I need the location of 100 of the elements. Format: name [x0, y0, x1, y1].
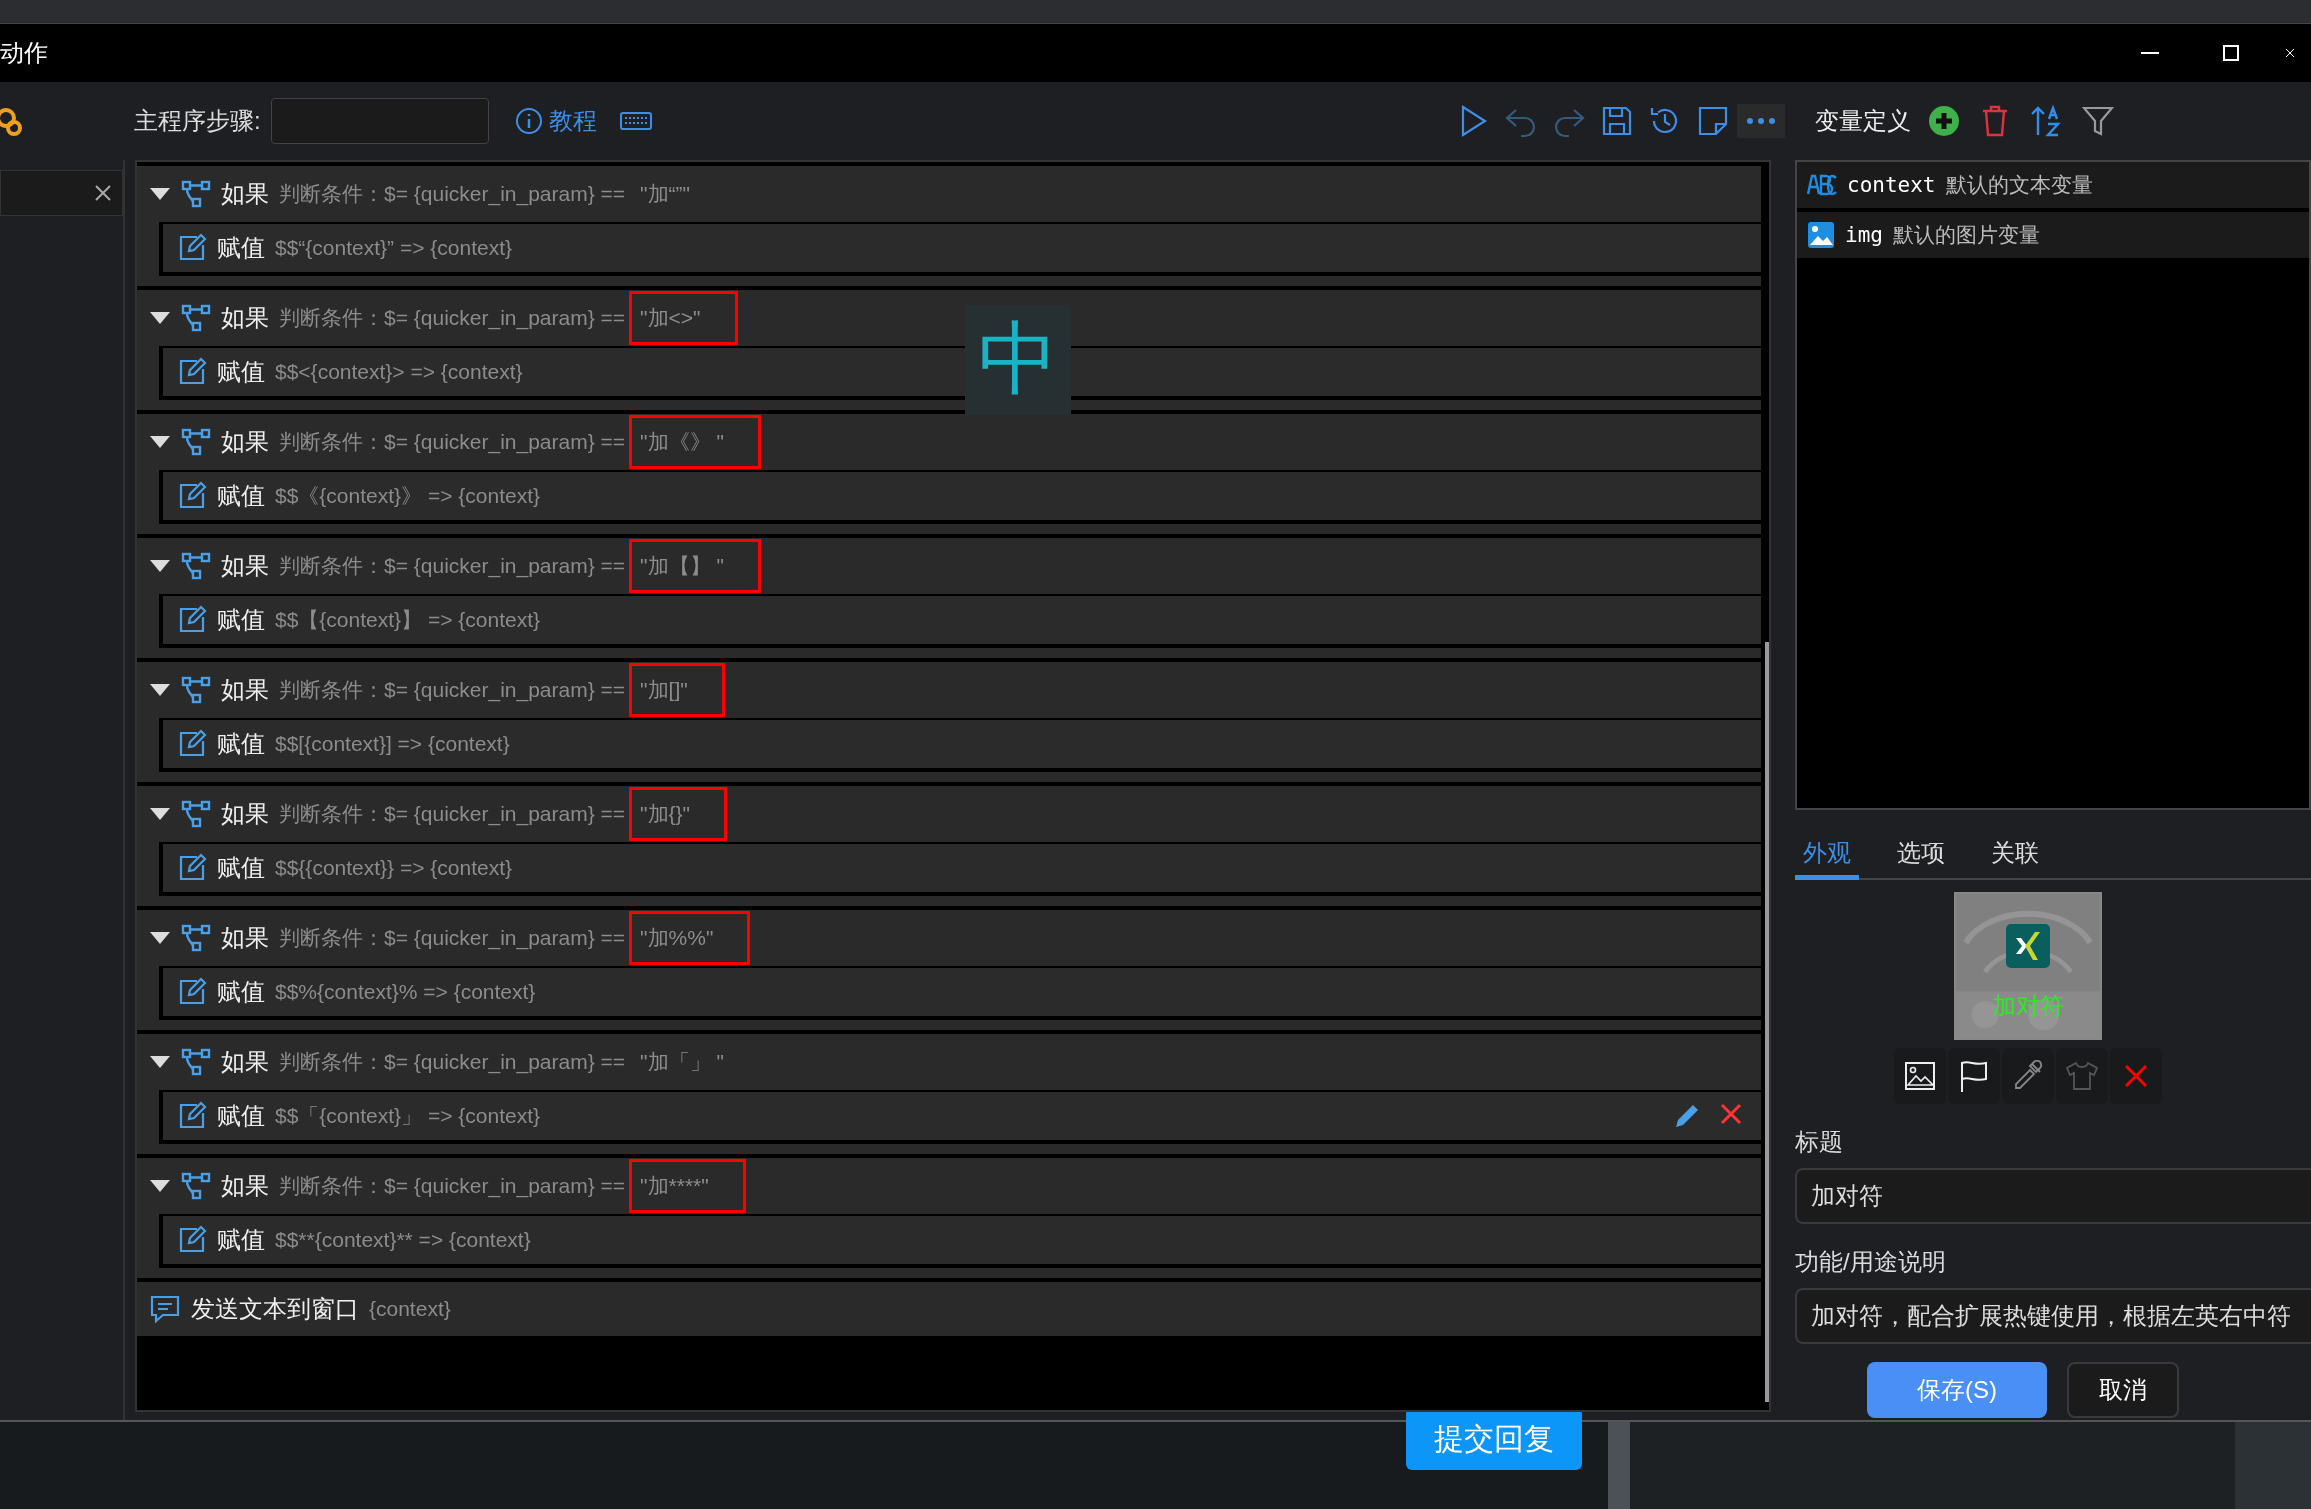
collapse-caret-icon[interactable] [149, 187, 171, 201]
step-label: 如果 [221, 1047, 269, 1077]
condition-value: "加「」 " [639, 1049, 725, 1075]
branch-icon [181, 303, 211, 333]
tab[interactable]: 关联 [1983, 837, 2047, 880]
collapse-caret-icon[interactable] [149, 683, 171, 697]
tutorial-link[interactable]: 教程 [514, 105, 597, 137]
edit-icon [177, 481, 207, 511]
variable-row[interactable]: context 默认的文本变量 [1797, 162, 2309, 208]
more-icon [1746, 117, 1776, 125]
branch-icon [181, 179, 211, 209]
shirt-icon [2065, 1061, 2099, 1091]
message-icon [149, 1293, 181, 1325]
edit-icon [177, 853, 207, 883]
assign-text: $$【{context}】 => {context} [275, 607, 541, 633]
condition-text: 判断条件：$= {quicker_in_param} == [279, 1173, 626, 1200]
collapse-caret-icon[interactable] [149, 807, 171, 821]
branch-icon [181, 923, 211, 953]
step-label: 赋值 [217, 853, 265, 883]
step-label: 发送文本到窗口 [191, 1294, 359, 1324]
field-label: 标题 [1795, 1127, 1844, 1157]
variable-name: img [1845, 223, 1883, 247]
edit-icon [177, 977, 207, 1007]
collapse-caret-icon[interactable] [149, 1055, 171, 1069]
cancel-button[interactable]: 取消 [2067, 1362, 2179, 1418]
field-label: 功能/用途说明 [1795, 1247, 1947, 1277]
delete-button[interactable] [2110, 1048, 2162, 1104]
scrollbar[interactable] [1765, 642, 1769, 1402]
condition-text: 判断条件：$= {quicker_in_param} == [279, 677, 626, 704]
eyedropper-icon [2012, 1060, 2044, 1092]
edit-icon [177, 357, 207, 387]
search-field[interactable] [0, 170, 123, 216]
highlighted-value: "加{}" [629, 787, 728, 841]
step-label: 如果 [221, 427, 269, 457]
branch-icon [181, 675, 211, 705]
condition-text: 判断条件：$= {quicker_in_param} == [279, 1049, 626, 1076]
step-label: 主程序步骤: [134, 106, 261, 136]
assign-text: $${{context}} => {context} [275, 856, 513, 880]
step-label: 赋值 [217, 481, 265, 511]
assign-text: $$「{context}」 => {context} [275, 1103, 541, 1129]
image-button[interactable] [1894, 1048, 1946, 1104]
text-type-icon [1807, 173, 1837, 197]
assign-text: $$<{context}> => {context} [275, 360, 523, 384]
step-label: 赋值 [217, 605, 265, 635]
assign-text: $$《{context}》 => {context} [275, 483, 541, 509]
tab[interactable]: 选项 [1889, 837, 1953, 880]
assign-text: $$%{context}% => {context} [275, 980, 536, 1004]
flag-button[interactable] [1948, 1048, 2000, 1104]
condition-text: 判断条件：$= {quicker_in_param} == [279, 181, 626, 208]
more-button[interactable] [1737, 104, 1785, 138]
condition-text: 判断条件：$= {quicker_in_param} == [279, 305, 626, 332]
image-icon [1904, 1061, 1936, 1091]
collapse-caret-icon[interactable] [149, 435, 171, 449]
condition-value: "加“”" [639, 181, 691, 207]
collapse-caret-icon[interactable] [149, 1179, 171, 1193]
highlighted-value: "加%%" [629, 911, 751, 965]
highlighted-value: "加[]" [629, 663, 725, 717]
image-type-icon [1807, 221, 1835, 249]
assign-text: $$**{context}** => {context} [275, 1228, 531, 1252]
condition-text: 判断条件：$= {quicker_in_param} == [279, 429, 626, 456]
variable-description: 默认的图片变量 [1892, 222, 2040, 248]
step-label: 赋值 [217, 357, 265, 387]
condition-text: 判断条件：$= {quicker_in_param} == [279, 801, 626, 828]
variable-name: context [1847, 173, 1936, 197]
branch-icon [181, 799, 211, 829]
delete-icon[interactable] [1719, 1102, 1743, 1126]
eyedropper-button[interactable] [2002, 1048, 2054, 1104]
condition-text: 判断条件：$= {quicker_in_param} == [279, 925, 626, 952]
window-title: 动作 [0, 38, 48, 68]
highlighted-value: "加****" [629, 1159, 746, 1213]
step-label: 如果 [221, 551, 269, 581]
branch-icon [181, 427, 211, 457]
info-icon [514, 107, 543, 135]
text-field[interactable]: 加对符 [1795, 1168, 2311, 1224]
highlighted-value: "加《》 " [629, 415, 761, 469]
step-label: 赋值 [217, 1101, 265, 1131]
variable-row[interactable]: img 默认的图片变量 [1797, 212, 2309, 258]
clear-icon[interactable] [94, 184, 112, 202]
step-label: 赋值 [217, 233, 265, 263]
app-logo-icon [2006, 924, 2050, 968]
tab[interactable]: 外观 [1795, 837, 1859, 880]
panel-title: 变量定义 [1815, 106, 1911, 136]
collapse-caret-icon[interactable] [149, 311, 171, 325]
collapse-caret-icon[interactable] [149, 931, 171, 945]
collapse-caret-icon[interactable] [149, 559, 171, 573]
assign-text: $$[{context}] => {context} [275, 732, 510, 756]
step-label: 如果 [221, 1171, 269, 1201]
input-method-indicator: 中 [965, 305, 1071, 415]
highlighted-value: "加<>" [629, 291, 738, 345]
step-label: 赋值 [217, 977, 265, 1007]
condition-text: 判断条件：$= {quicker_in_param} == [279, 553, 626, 580]
gears-icon [0, 106, 24, 136]
step-label: 如果 [221, 303, 269, 333]
branch-icon [181, 1047, 211, 1077]
step-label: 赋值 [217, 1225, 265, 1255]
text-field[interactable]: 加对符，配合扩展热键使用，根据左英右中符 [1795, 1288, 2311, 1344]
step-field[interactable] [270, 98, 489, 144]
edit-icon [177, 605, 207, 635]
variable-description: 默认的文本变量 [1945, 172, 2093, 198]
pencil-icon[interactable] [1673, 1102, 1701, 1130]
